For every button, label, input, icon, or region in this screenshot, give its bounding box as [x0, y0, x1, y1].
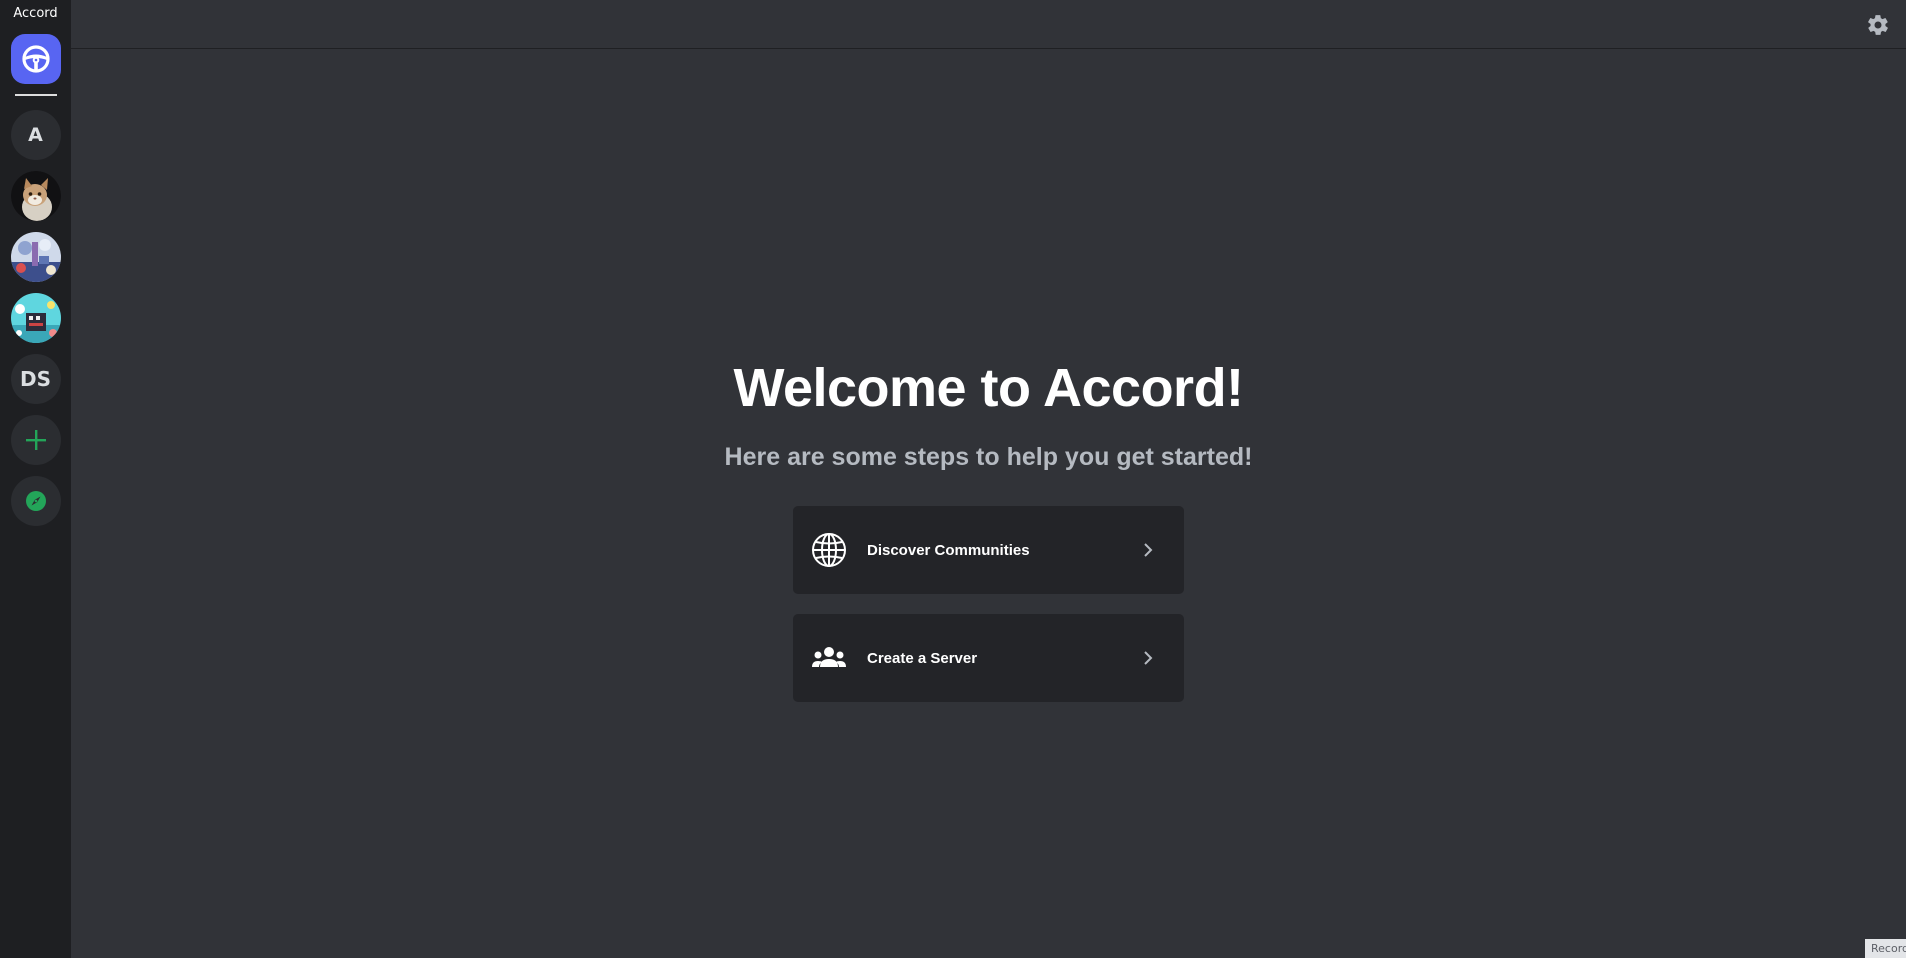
add-server-button[interactable]	[10, 415, 61, 465]
server-art[interactable]	[10, 232, 61, 282]
app-title: Accord	[13, 6, 58, 21]
discover-communities-button[interactable]: Discover Communities	[793, 506, 1184, 594]
chevron-right-icon	[1138, 648, 1158, 668]
create-server-label: Create a Server	[867, 649, 978, 667]
record-tab[interactable]: Record	[1865, 939, 1906, 958]
create-server-button[interactable]: Create a Server	[793, 614, 1184, 702]
top-bar	[71, 0, 1906, 49]
server-cat[interactable]	[10, 171, 61, 221]
server-sidebar: Accord A DS	[0, 0, 71, 958]
discover-communities-label: Discover Communities	[867, 541, 1030, 559]
settings-button[interactable]	[1866, 13, 1890, 37]
city-avatar-icon	[10, 293, 61, 343]
gear-icon	[1868, 15, 1888, 35]
server-a-initials: A	[28, 124, 43, 146]
server-ds-initials: DS	[19, 367, 51, 391]
welcome-section: Welcome to Accord! Here are some steps t…	[71, 356, 1906, 702]
sidebar-divider	[14, 94, 57, 96]
plus-icon	[25, 430, 46, 450]
globe-icon	[811, 532, 847, 568]
welcome-subtitle: Here are some steps to help you get star…	[724, 443, 1253, 471]
cat-avatar-icon	[10, 171, 61, 221]
home-button[interactable]	[10, 34, 61, 84]
welcome-title: Welcome to Accord!	[733, 358, 1244, 418]
group-icon	[811, 640, 847, 676]
server-ds[interactable]: DS	[10, 354, 61, 404]
explore-button[interactable]	[10, 476, 61, 526]
steering-wheel-icon	[21, 45, 50, 73]
app-root: Accord A DS Welcome to Accord! Here are …	[0, 0, 1906, 958]
main-content: Welcome to Accord! Here are some steps t…	[71, 0, 1906, 958]
chevron-right-icon	[1138, 540, 1158, 560]
server-a[interactable]: A	[10, 110, 61, 160]
compass-icon	[25, 491, 46, 511]
server-city[interactable]	[10, 293, 61, 343]
art-avatar-icon	[10, 232, 61, 282]
